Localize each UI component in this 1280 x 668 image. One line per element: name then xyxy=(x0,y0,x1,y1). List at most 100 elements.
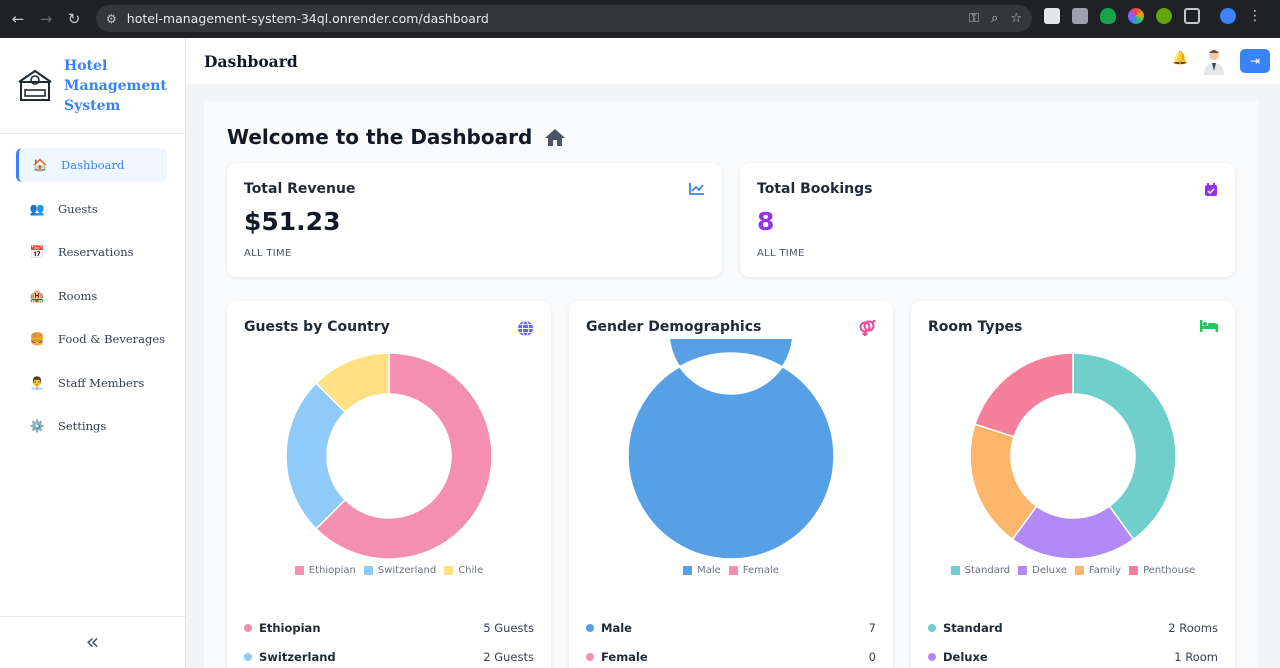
legend-label: Standard xyxy=(964,565,1011,576)
legend-label: Female xyxy=(742,565,779,576)
gender-icon xyxy=(859,320,876,336)
brand-line: Management xyxy=(64,77,167,94)
color-dot xyxy=(586,623,594,632)
list-item-value: 2 Guests xyxy=(483,649,534,664)
list-item: Deluxe 1 Room xyxy=(928,642,1218,668)
gear-icon: ⚙️ xyxy=(29,419,45,433)
star-icon[interactable]: ☆ xyxy=(1010,11,1022,26)
legend-swatch xyxy=(1129,566,1139,575)
sidebar-item-settings[interactable]: ⚙️ Settings xyxy=(16,409,167,443)
page-title: Dashboard xyxy=(204,51,298,71)
legend-label: Ethiopian xyxy=(308,565,356,576)
legend-item-standard[interactable]: Standard xyxy=(950,565,1011,576)
donut-slice-switzerland[interactable] xyxy=(285,382,347,530)
puzzle-icon[interactable] xyxy=(1184,8,1200,24)
top-bar: Dashboard 🔔 ⇥ xyxy=(186,38,1280,84)
donut-slice-penthouse[interactable] xyxy=(974,352,1074,438)
card-title: Total Bookings xyxy=(757,181,873,197)
list-item-value: 2 Rooms xyxy=(1168,620,1218,635)
brand-line: System xyxy=(64,97,121,114)
back-icon[interactable]: ← xyxy=(4,5,32,33)
list-item-value: 7 xyxy=(868,620,876,635)
donut-slice-standard[interactable] xyxy=(1072,352,1177,541)
brand: Hotel Management System xyxy=(0,38,185,134)
sidebar-item-food-beverages[interactable]: 🍔 Food & Beverages xyxy=(16,322,167,356)
site-info-icon[interactable]: ⚙ xyxy=(106,12,117,26)
brand-title: Hotel Management System xyxy=(64,56,167,116)
donut-chart xyxy=(969,352,1177,560)
legend-item-female[interactable]: Female xyxy=(728,565,779,576)
calendar-check-icon xyxy=(1205,183,1217,196)
list-item-value: 1 Room xyxy=(1174,649,1218,664)
zoom-icon[interactable]: ⌕ xyxy=(991,11,998,26)
sidebar-item-guests[interactable]: 👥 Guests xyxy=(16,192,167,226)
sidebar-item-dashboard[interactable]: 🏠 Dashboard xyxy=(16,148,167,182)
extension-icon[interactable] xyxy=(1072,8,1088,24)
chart-title: Room Types xyxy=(928,319,1023,335)
bell-icon[interactable]: 🔔 xyxy=(1172,51,1188,66)
more-menu-icon[interactable]: ⋮ xyxy=(1248,8,1262,24)
sidebar-menu: 🏠 Dashboard 👥 Guests 📅 Reservations 🏨 Ro… xyxy=(0,134,185,443)
collapse-sidebar-button[interactable]: « xyxy=(0,616,185,668)
sidebar-item-label: Reservations xyxy=(58,245,134,259)
list-item: Standard 2 Rooms xyxy=(928,613,1218,642)
gender-demographics-card: Gender Demographics Male Female Male 7 Fema… xyxy=(569,301,893,668)
list-item: Female 0 xyxy=(586,642,876,668)
url-text[interactable]: hotel-management-system-34ql.onrender.co… xyxy=(127,11,489,26)
extension-icon[interactable] xyxy=(1044,8,1060,24)
legend-swatch xyxy=(683,566,693,575)
legend-item-male[interactable]: Male xyxy=(683,565,721,576)
sidebar-item-staff-members[interactable]: 👨‍💼 Staff Members xyxy=(16,366,167,400)
legend-label: Switzerland xyxy=(377,565,437,576)
room-types-card: Room Types Standard Deluxe Family Penthouse… xyxy=(911,301,1235,668)
legend-item-penthouse[interactable]: Penthouse xyxy=(1129,565,1195,576)
key-icon[interactable]: ⚿ xyxy=(969,11,979,26)
home-icon xyxy=(545,129,566,146)
list-item: Ethiopian 5 Guests xyxy=(244,613,534,642)
summary-list: Standard 2 Rooms Deluxe 1 Room xyxy=(928,613,1218,668)
donut-slice-male[interactable] xyxy=(627,339,835,560)
legend-item-deluxe[interactable]: Deluxe xyxy=(1018,565,1067,576)
browser-chrome: ← → ↻ ⚙ hotel-management-system-34ql.onr… xyxy=(0,0,1280,38)
extension-icon[interactable] xyxy=(1156,8,1172,24)
hotel-icon: 🏨 xyxy=(29,288,45,303)
calendar-icon: 📅 xyxy=(29,245,45,259)
sidebar-item-label: Dashboard xyxy=(61,158,125,172)
forward-icon[interactable]: → xyxy=(32,5,60,33)
double-chevron-left-icon: « xyxy=(85,630,100,655)
avatar[interactable] xyxy=(1202,47,1226,75)
legend-label: Male xyxy=(697,565,721,576)
legend-item-family[interactable]: Family xyxy=(1074,565,1121,576)
legend-swatch xyxy=(444,566,454,575)
chart-legend: Ethiopian Switzerland Chile xyxy=(227,565,551,576)
extension-icon[interactable] xyxy=(1128,8,1144,24)
revenue-period: ALL TIME xyxy=(244,248,292,259)
legend-item-switzerland[interactable]: Switzerland xyxy=(363,565,437,576)
logout-button[interactable]: ⇥ xyxy=(1240,49,1270,73)
address-bar[interactable]: ⚙ hotel-management-system-34ql.onrender.… xyxy=(96,5,1032,32)
reload-icon[interactable]: ↻ xyxy=(60,5,88,33)
list-item-value: 5 Guests xyxy=(483,620,534,635)
chart-legend: Standard Deluxe Family Penthouse xyxy=(911,565,1235,576)
summary-list: Male 7 Female 0 xyxy=(586,613,876,668)
sidebar-item-reservations[interactable]: 📅 Reservations xyxy=(16,235,167,269)
list-item-name: Standard xyxy=(943,620,1003,635)
bookings-period: ALL TIME xyxy=(757,248,805,259)
guests-icon: 👥 xyxy=(29,201,45,216)
sidebar-item-label: Settings xyxy=(58,419,107,433)
globe-icon xyxy=(518,320,533,337)
bed-icon xyxy=(1200,320,1218,332)
profile-avatar[interactable] xyxy=(1220,8,1236,24)
list-item: Male 7 xyxy=(586,613,876,642)
sidebar-item-label: Staff Members xyxy=(58,375,145,390)
color-dot xyxy=(244,623,252,632)
list-item-name: Switzerland xyxy=(259,649,336,664)
sidebar-item-rooms[interactable]: 🏨 Rooms xyxy=(16,279,167,313)
color-dot xyxy=(928,623,936,632)
logout-icon: ⇥ xyxy=(1249,54,1261,68)
shield-extension-icon[interactable] xyxy=(1100,8,1116,24)
legend-item-ethiopian[interactable]: Ethiopian xyxy=(294,565,356,576)
legend-item-chile[interactable]: Chile xyxy=(444,565,483,576)
summary-list: Ethiopian 5 Guests Switzerland 2 Guests xyxy=(244,613,534,668)
extensions-area: ⋮ xyxy=(1044,8,1262,24)
